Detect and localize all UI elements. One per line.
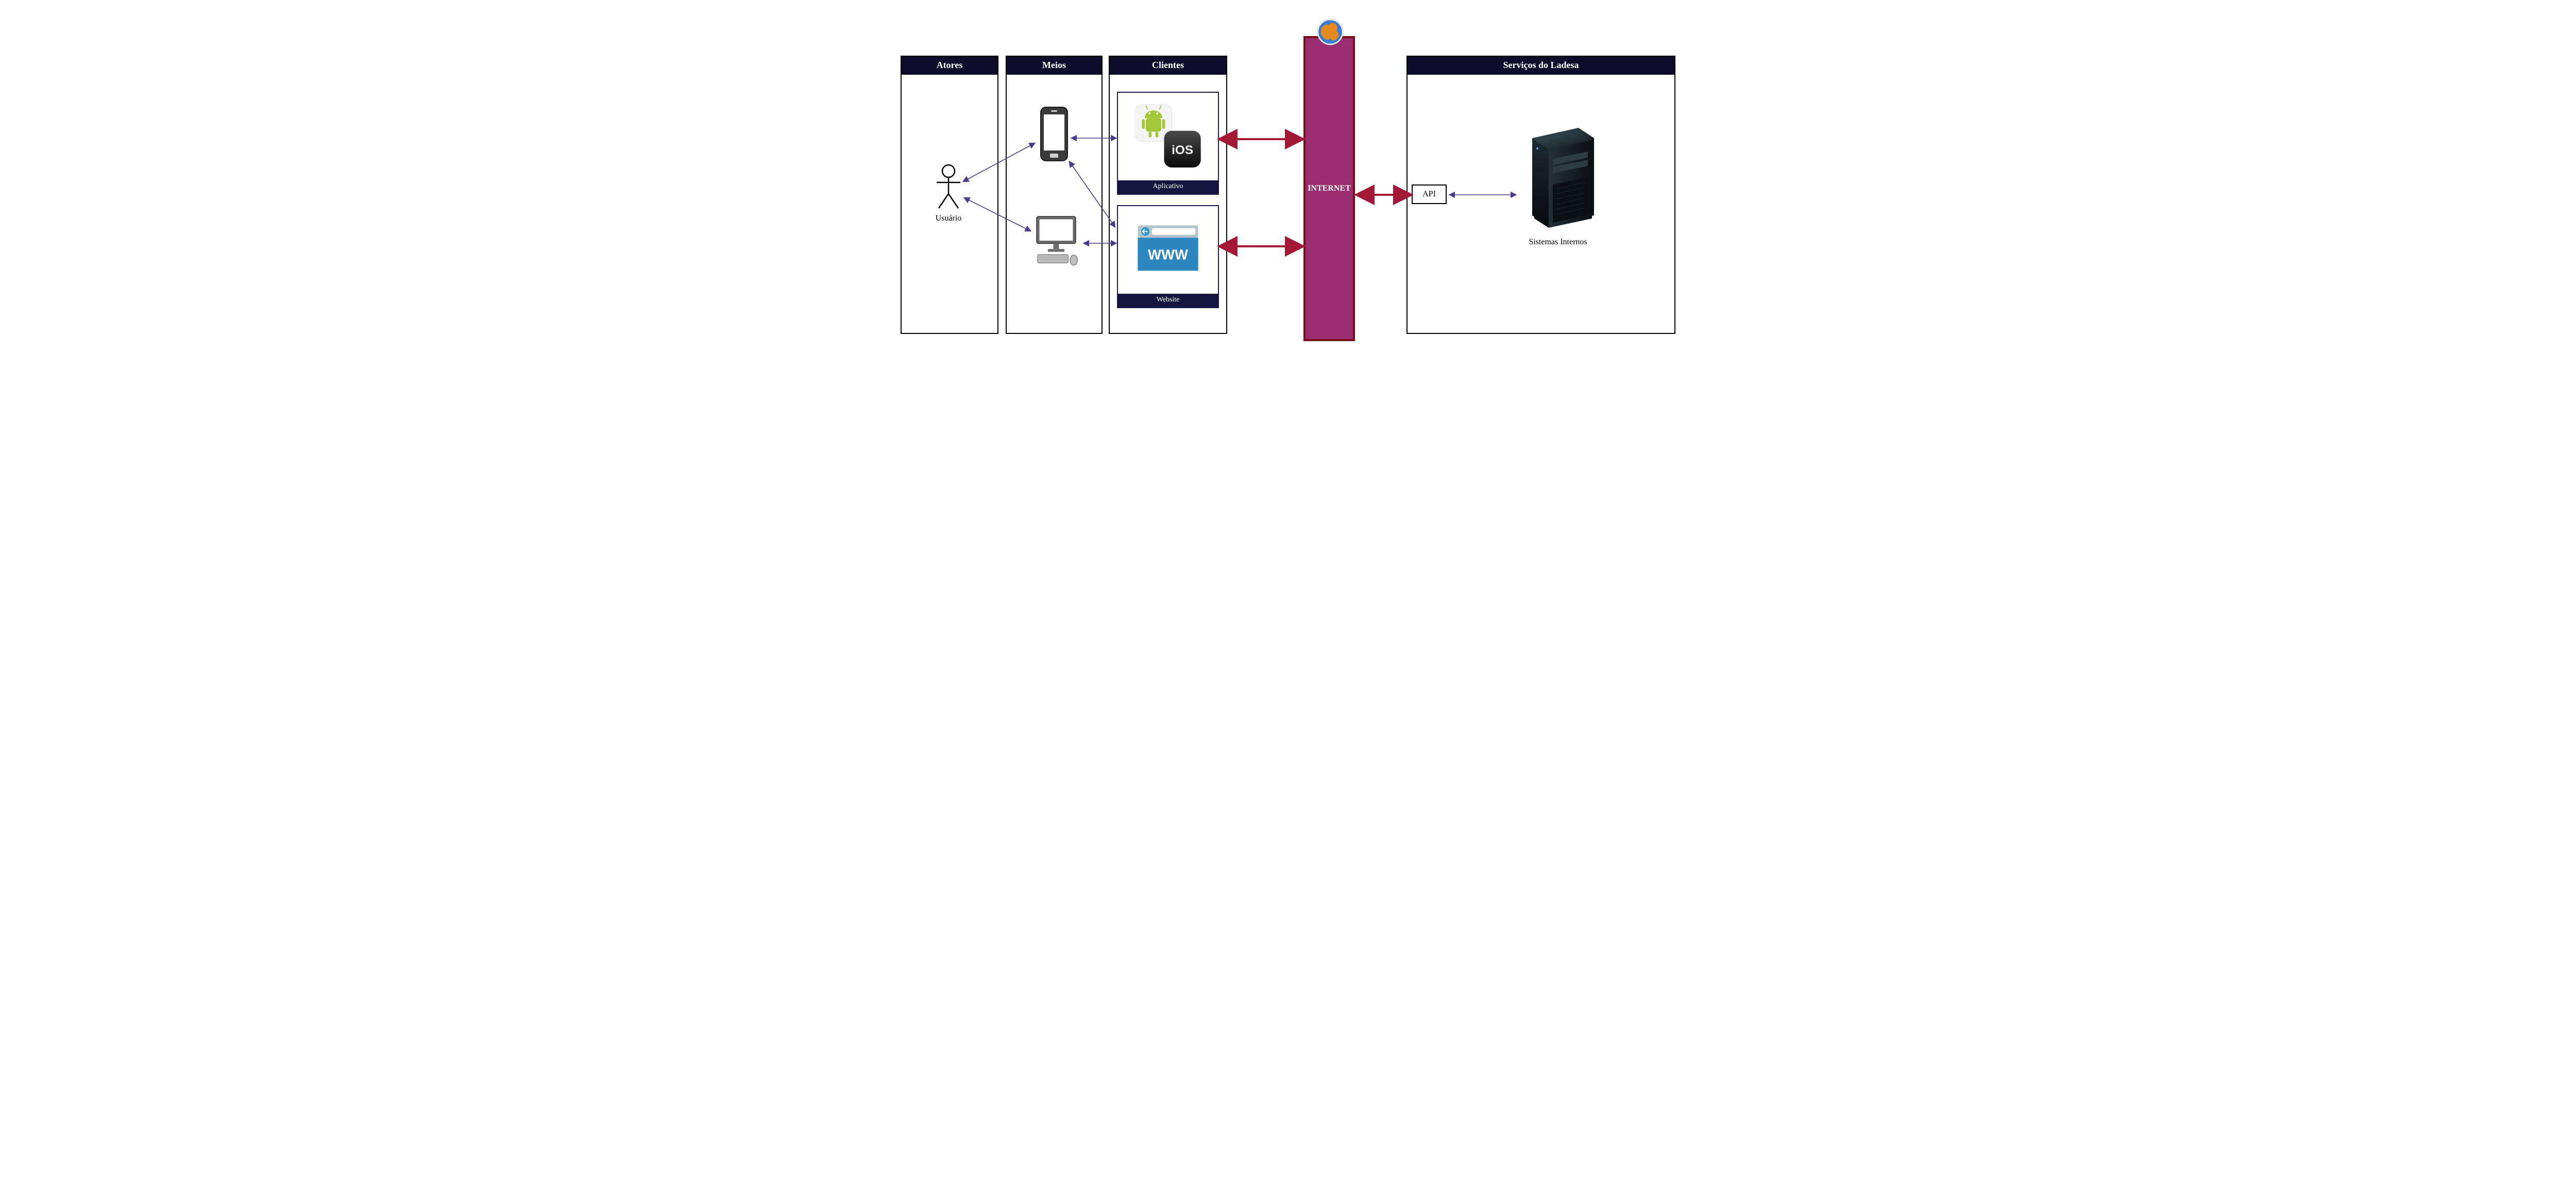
api-label: API xyxy=(1422,190,1436,198)
user-icon xyxy=(930,164,967,210)
column-header-meios: Meios xyxy=(1007,57,1101,75)
diagram-stage: Atores Meios Clientes Serviços do Ladesa… xyxy=(886,0,1690,361)
user-actor: Usuário xyxy=(930,164,967,223)
column-header-atores: Atores xyxy=(902,57,997,75)
internet-label: INTERNET xyxy=(1306,184,1353,193)
column-header-servicos: Serviços do Ladesa xyxy=(1408,57,1674,75)
website-icon: WWW xyxy=(1134,222,1201,278)
app-platforms-icon: iOS xyxy=(1129,98,1207,175)
client-app-box: iOS Aplicativo xyxy=(1117,92,1219,195)
client-web-box: WWW Website xyxy=(1117,205,1219,308)
column-header-clientes: Clientes xyxy=(1110,57,1226,75)
internet-pillar: INTERNET xyxy=(1303,36,1355,341)
globe-icon xyxy=(1316,18,1345,46)
svg-text:iOS: iOS xyxy=(1172,143,1193,157)
column-meios: Meios xyxy=(1006,56,1103,334)
server-icon xyxy=(1517,123,1599,231)
user-label: Usuário xyxy=(930,214,967,223)
svg-text:WWW: WWW xyxy=(1148,246,1188,262)
smartphone-icon xyxy=(1038,106,1071,163)
server-node: Sistemas Internos xyxy=(1517,123,1599,241)
server-label: Sistemas Internos xyxy=(1517,238,1599,247)
client-web-label: Website xyxy=(1118,294,1218,307)
api-box: API xyxy=(1412,184,1447,204)
desktop-icon xyxy=(1028,212,1084,269)
client-app-label: Aplicativo xyxy=(1118,180,1218,194)
